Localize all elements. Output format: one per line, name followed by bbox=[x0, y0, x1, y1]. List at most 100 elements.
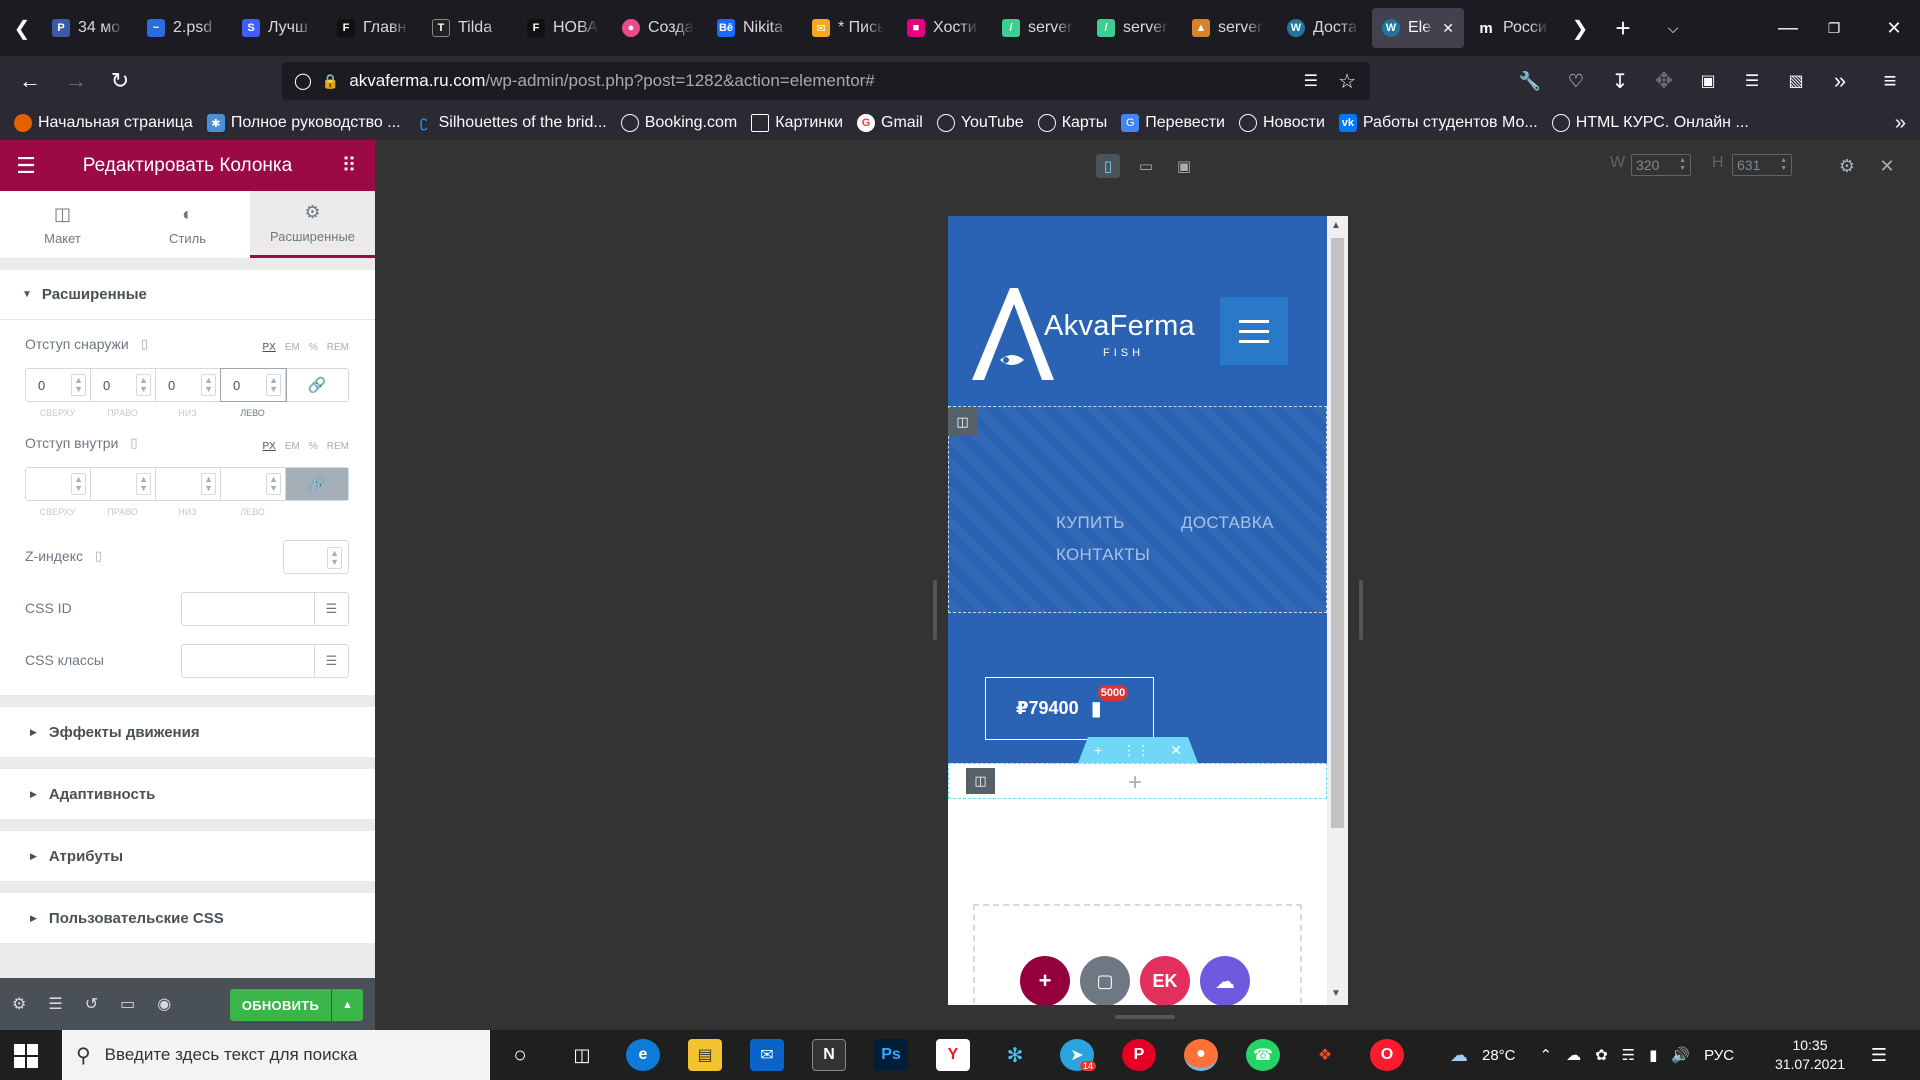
template-library-button[interactable]: ▢ bbox=[1080, 956, 1130, 1005]
browser-tab[interactable]: / server bbox=[992, 8, 1084, 48]
cloud-sync-icon[interactable]: ☁ bbox=[1566, 1046, 1581, 1064]
extension-icon[interactable]: ✥ bbox=[1646, 63, 1682, 99]
spinner-icon[interactable]: ▲ ▼ bbox=[201, 473, 216, 495]
dynamic-tags-icon[interactable]: ☰ bbox=[314, 593, 348, 625]
preview-eye-icon[interactable]: ◉ bbox=[157, 994, 171, 1014]
responsive-section[interactable]: ▶ Адаптивность bbox=[0, 769, 375, 819]
battery-icon[interactable]: ▮ bbox=[1649, 1046, 1657, 1064]
lock-icon[interactable]: 🔒 bbox=[322, 73, 339, 90]
mobile-device-icon[interactable]: ▯ bbox=[1096, 154, 1120, 178]
browser-tab[interactable]: m Росси bbox=[1467, 8, 1559, 48]
pinterest-icon[interactable]: P bbox=[1122, 1039, 1156, 1071]
browser-tab[interactable]: T Tilda bbox=[422, 8, 514, 48]
browser-tab[interactable]: ✉ * Пись bbox=[802, 8, 894, 48]
bookmark-item[interactable]: Booking.com bbox=[620, 114, 737, 132]
bookmark-item[interactable]: Карты bbox=[1037, 114, 1107, 132]
bookmark-item[interactable]: Новости bbox=[1238, 114, 1325, 132]
unit-rem[interactable]: REM bbox=[327, 441, 349, 452]
height-input[interactable]: 631 ▲ ▼ bbox=[1732, 154, 1792, 176]
taskbar-search[interactable]: ⚲ Введите здесь текст для поиска bbox=[62, 1030, 490, 1080]
translate-icon[interactable]: ☰ bbox=[1304, 71, 1318, 91]
padding-right-input[interactable]: ▲ ▼ bbox=[91, 468, 156, 500]
section-toggle[interactable]: ▼ Расширенные bbox=[0, 270, 375, 320]
forward-icon[interactable]: → bbox=[58, 63, 94, 99]
more-bookmarks-icon[interactable]: » bbox=[1895, 112, 1906, 135]
site-menu-button[interactable] bbox=[1220, 297, 1288, 365]
unit-em[interactable]: EM bbox=[285, 342, 300, 353]
history-icon[interactable]: ↺ bbox=[85, 994, 98, 1014]
responsive-mobile-icon[interactable]: ▯ bbox=[141, 336, 148, 352]
whatsapp-icon[interactable]: ☎ bbox=[1246, 1039, 1280, 1071]
drag-handle-icon[interactable]: ⋮⋮ bbox=[1122, 742, 1150, 759]
mail-app-icon[interactable]: ✉ bbox=[750, 1039, 784, 1071]
widgets-grid-icon[interactable]: ⠿ bbox=[323, 153, 375, 178]
spinner-icon[interactable]: ▲ ▼ bbox=[71, 473, 86, 495]
nav-link-buy[interactable]: КУПИТЬ bbox=[1056, 513, 1125, 533]
more-tools-icon[interactable]: » bbox=[1822, 63, 1858, 99]
update-button[interactable]: ОБНОВИТЬ bbox=[230, 989, 331, 1021]
tablet-device-icon[interactable]: ▭ bbox=[1134, 154, 1158, 178]
app-icon[interactable]: ✻ bbox=[998, 1039, 1032, 1071]
restore-icon[interactable]: ❐ bbox=[1816, 10, 1852, 46]
pocket-icon[interactable]: ♡ bbox=[1558, 63, 1594, 99]
unit-percent[interactable]: % bbox=[309, 342, 318, 353]
cloud-templates-button[interactable]: ☁ bbox=[1200, 956, 1250, 1005]
unit-px[interactable]: PX bbox=[263, 342, 276, 353]
minimize-icon[interactable]: — bbox=[1770, 10, 1806, 46]
close-icon[interactable]: ✕ bbox=[1875, 154, 1899, 178]
nav-link-contacts[interactable]: КОНТАКТЫ bbox=[1056, 545, 1150, 565]
shield-icon[interactable]: ◯ bbox=[294, 71, 312, 91]
spinner-icon[interactable]: ▲ ▼ bbox=[71, 374, 86, 396]
firefox-icon[interactable]: ● bbox=[1184, 1039, 1218, 1071]
motion-effects-section[interactable]: ▶ Эффекты движения bbox=[0, 707, 375, 757]
cart-button[interactable]: ₽79400 ▮ bbox=[985, 677, 1154, 740]
spinner-icon[interactable]: ▲ ▼ bbox=[136, 374, 151, 396]
add-section-icon[interactable]: + bbox=[1094, 742, 1102, 758]
browser-tab[interactable]: / server bbox=[1087, 8, 1179, 48]
browser-tab[interactable]: S Лучш bbox=[232, 8, 324, 48]
add-new-section-button[interactable]: + bbox=[1020, 956, 1070, 1005]
browser-tab[interactable]: F Главн bbox=[327, 8, 419, 48]
update-options-icon[interactable]: ▲ bbox=[332, 989, 363, 1021]
spinner-icon[interactable]: ▲ ▼ bbox=[327, 547, 342, 569]
cortana-icon[interactable]: ○ bbox=[503, 1039, 537, 1071]
back-icon[interactable]: ← bbox=[12, 63, 48, 99]
css-id-input[interactable]: ☰ bbox=[181, 592, 349, 626]
windows-start-icon[interactable] bbox=[14, 1044, 38, 1068]
new-tab-icon[interactable]: + bbox=[1605, 10, 1641, 46]
bookmark-star-icon[interactable]: ☆ bbox=[1338, 69, 1356, 94]
edit-column-icon[interactable]: ◫ bbox=[966, 768, 995, 794]
z-index-input[interactable]: ▲ ▼ bbox=[283, 540, 349, 574]
clock[interactable]: 10:35 31.07.2021 bbox=[1770, 1036, 1850, 1074]
language-indicator[interactable]: РУС bbox=[1704, 1047, 1734, 1064]
browser-tab[interactable]: ~2.psd bbox=[137, 8, 229, 48]
margin-bottom-input[interactable]: 0 ▲ ▼ bbox=[156, 369, 221, 401]
bookmark-item[interactable]: ʗ Silhouettes of the brid... bbox=[415, 114, 607, 132]
responsive-mobile-icon[interactable]: ▯ bbox=[130, 435, 137, 451]
volume-icon[interactable]: 🔊 bbox=[1671, 1046, 1690, 1064]
resize-handle-bottom[interactable] bbox=[1115, 1015, 1175, 1019]
tab-scroll-right-icon[interactable]: ❯ bbox=[1562, 10, 1598, 46]
translate-extension-icon[interactable]: ☰ bbox=[1734, 63, 1770, 99]
spinner-icon[interactable]: ▲ ▼ bbox=[266, 473, 281, 495]
spinner-icon[interactable]: ▲ ▼ bbox=[201, 374, 216, 396]
edge-icon[interactable]: e bbox=[626, 1039, 660, 1071]
opera-icon[interactable]: O bbox=[1370, 1039, 1404, 1071]
responsive-mode-icon[interactable]: ▭ bbox=[120, 994, 135, 1014]
unit-px[interactable]: PX bbox=[263, 441, 276, 452]
wifi-icon[interactable]: ☴ bbox=[1622, 1046, 1635, 1064]
reload-icon[interactable]: ↻ bbox=[102, 63, 138, 99]
padding-bottom-input[interactable]: ▲ ▼ bbox=[156, 468, 221, 500]
browser-tab[interactable]: Bē Nikita bbox=[707, 8, 799, 48]
padding-left-input[interactable]: ▲ ▼ bbox=[221, 468, 286, 500]
margin-left-input[interactable]: 0 ▲ ▼ bbox=[220, 368, 287, 402]
download-icon[interactable]: ↧ bbox=[1602, 63, 1638, 99]
nav-link-delivery[interactable]: ДОСТАВКА bbox=[1181, 513, 1274, 533]
browser-tab[interactable]: ■ Хости bbox=[897, 8, 989, 48]
close-window-icon[interactable]: ✕ bbox=[1876, 10, 1912, 46]
browser-tab[interactable]: W Доста bbox=[1277, 8, 1369, 48]
yandex-browser-icon[interactable]: Y bbox=[936, 1039, 970, 1071]
tab-layout[interactable]: ◫ Макет bbox=[0, 191, 125, 258]
dynamic-tags-icon[interactable]: ☰ bbox=[314, 645, 348, 677]
figma-icon[interactable]: ❖ bbox=[1308, 1039, 1342, 1071]
